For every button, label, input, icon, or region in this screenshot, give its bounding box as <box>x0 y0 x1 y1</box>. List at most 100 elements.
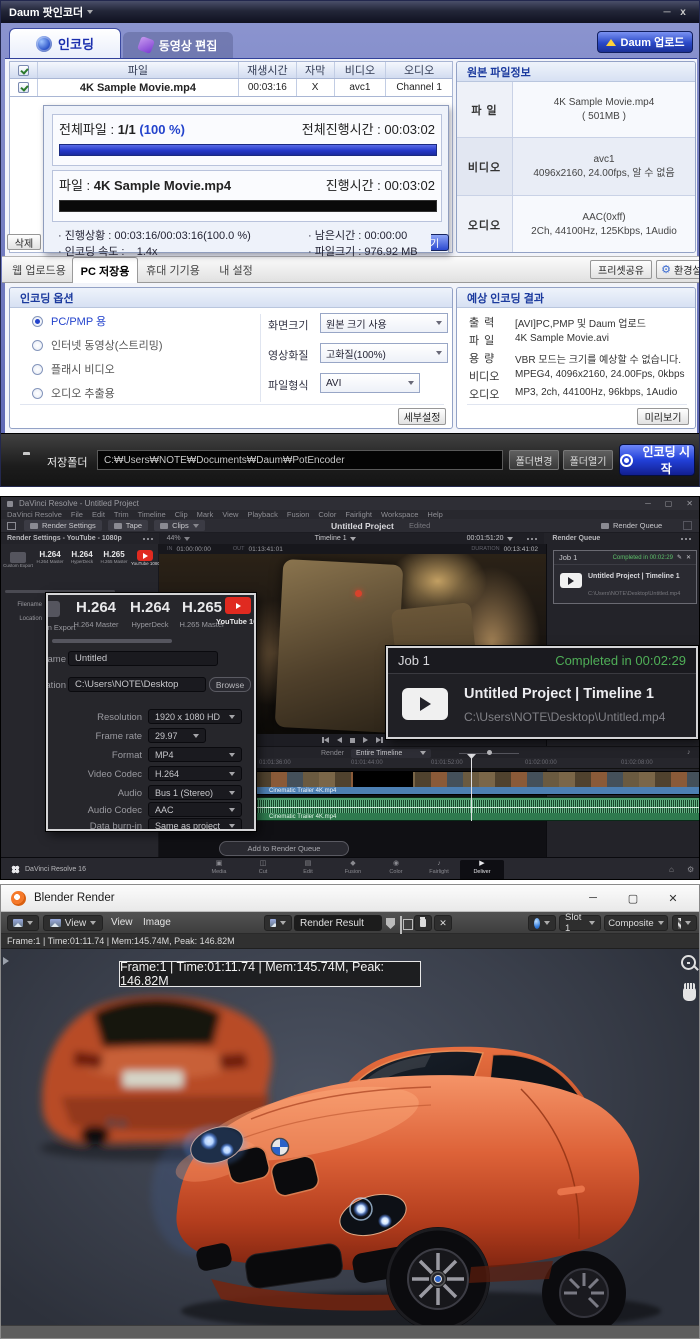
close-icon[interactable]: x <box>675 7 691 18</box>
menu-trim[interactable]: Trim <box>114 510 129 519</box>
tab-video-edit[interactable]: 동영상 편집 <box>123 32 233 58</box>
play-icon[interactable] <box>363 737 368 743</box>
menu-file[interactable]: File <box>71 510 83 519</box>
page-fairlight[interactable]: ♪Fairlight <box>417 860 461 875</box>
editor-type-select[interactable] <box>7 915 39 931</box>
start-encoding-button[interactable]: 인코딩 시작 <box>619 444 695 476</box>
page-color[interactable]: ◉Color <box>374 860 418 875</box>
maximize-icon[interactable]: ▢ <box>665 499 673 508</box>
options-menu-icon[interactable] <box>143 538 153 540</box>
menu-timeline[interactable]: Timeline <box>138 510 166 519</box>
minimize-icon[interactable]: ─ <box>659 7 675 18</box>
go-end-icon[interactable] <box>376 737 383 743</box>
preset-h265-master[interactable]: H.265 H.265 Master <box>99 550 129 564</box>
page-fusion[interactable]: ◆Fusion <box>331 860 375 875</box>
col-audio[interactable]: 오디오 <box>386 62 452 78</box>
format-select[interactable]: AVI <box>320 373 420 393</box>
close-icon[interactable]: ✕ <box>686 499 693 508</box>
menu-view[interactable]: View <box>111 917 133 928</box>
play-reverse-icon[interactable] <box>337 737 342 743</box>
page-edit[interactable]: ▤Edit <box>286 860 330 875</box>
fake-user-shield-icon[interactable] <box>386 918 395 929</box>
potencoder-titlebar[interactable]: Daum 팟인코더 ─ x <box>1 1 699 23</box>
close-icon[interactable]: ✕ <box>657 892 689 905</box>
scene-select[interactable] <box>528 915 556 931</box>
radio-icon[interactable] <box>32 316 43 327</box>
minimize-icon[interactable]: ─ <box>577 892 609 904</box>
resolve-titlebar[interactable]: DaVinci Resolve - Untitled Project ─ ▢ ✕ <box>1 497 699 510</box>
col-video[interactable]: 비디오 <box>335 62 387 78</box>
menu-playback[interactable]: Playback <box>247 510 277 519</box>
burnin-select[interactable]: Same as project <box>148 818 242 831</box>
options-menu-icon[interactable] <box>527 538 537 540</box>
close-dialog-button[interactable]: 닫기 <box>431 234 449 251</box>
stop-icon[interactable] <box>350 738 355 743</box>
preview-button[interactable]: 미리보기 <box>637 408 689 425</box>
pan-hand-icon[interactable] <box>683 987 696 1001</box>
menu-workspace[interactable]: Workspace <box>381 510 418 519</box>
panel-toggle-icon[interactable] <box>7 522 16 530</box>
menu-davinci[interactable]: DaVinci Resolve <box>7 510 62 519</box>
menu-view[interactable]: View <box>222 510 238 519</box>
menu-edit[interactable]: Edit <box>92 510 105 519</box>
audio-codec-select[interactable]: AAC <box>148 802 242 817</box>
row-checkbox[interactable] <box>18 82 29 93</box>
render-settings-toolbutton[interactable]: Render Settings <box>24 520 102 531</box>
menu-fusion[interactable]: Fusion <box>287 510 310 519</box>
radio-streaming[interactable]: 인터넷 동영상(스트리밍) <box>32 337 163 353</box>
audio-select[interactable]: Bus 1 (Stereo) <box>148 785 242 800</box>
home-icon[interactable]: ⌂ <box>669 865 674 874</box>
format-select[interactable]: MP4 <box>148 747 242 762</box>
remove-job-icon[interactable]: ✕ <box>686 554 691 561</box>
preset-youtube[interactable]: YouTube 1080p <box>131 550 159 566</box>
open-folder-button[interactable]: 폴더열기 <box>563 450 613 470</box>
playhead[interactable] <box>471 754 472 821</box>
zoom-tool-icon[interactable] <box>681 955 696 970</box>
minimize-icon[interactable]: ─ <box>645 499 651 508</box>
render-viewport[interactable]: Frame:1 | Time:01:11.74 | Mem:145.74M, P… <box>1 949 700 1325</box>
page-deliver[interactable]: ▶Deliver <box>460 860 504 880</box>
menu-image[interactable]: Image <box>143 917 171 928</box>
display-channels-select[interactable] <box>672 915 697 931</box>
menu-help[interactable]: Help <box>427 510 442 519</box>
zoom-slider-handle[interactable] <box>487 750 492 755</box>
timecode-display[interactable]: 00:01:51:20 <box>467 535 513 542</box>
tab-encoding[interactable]: 인코딩 <box>9 28 121 58</box>
render-queue-toolbutton[interactable]: Render Queue <box>601 521 662 530</box>
preset-youtube-zoom[interactable]: YouTube 1080p <box>216 597 256 626</box>
new-image-icon[interactable] <box>400 916 402 935</box>
table-row[interactable]: 4K Sample Movie.mp4 00:03:16 X avc1 Chan… <box>9 79 453 97</box>
preset-tab-web[interactable]: 웹 업로드용 <box>6 257 72 283</box>
gear-icon[interactable]: ⚙ <box>687 865 694 874</box>
video-codec-select[interactable]: H.264 <box>148 766 242 781</box>
open-image-button[interactable] <box>414 915 432 931</box>
change-folder-button[interactable]: 폴더변경 <box>509 450 559 470</box>
preset-h264-master[interactable]: H.264 H.264 Master <box>35 550 65 564</box>
settings-button[interactable]: ⚙ 환경설정 <box>656 260 700 279</box>
radio-flash[interactable]: 플래시 비디오 <box>32 361 115 377</box>
radio-icon[interactable] <box>32 388 43 399</box>
page-media[interactable]: ▣Media <box>197 860 241 875</box>
scrollbar[interactable] <box>52 639 172 643</box>
col-file[interactable]: 파일 <box>38 62 239 78</box>
filename-input[interactable]: Untitled <box>68 651 218 666</box>
menu-color[interactable]: Color <box>318 510 336 519</box>
preset-tab-pc[interactable]: PC 저장용 <box>72 257 138 283</box>
radio-icon[interactable] <box>32 364 43 375</box>
unlink-image-button[interactable]: ✕ <box>434 915 452 931</box>
preset-tab-custom[interactable]: 내 설정 <box>208 257 264 283</box>
close-dialog-button-clipped[interactable]: 닫기 <box>431 234 449 251</box>
select-all-checkbox[interactable] <box>18 65 29 76</box>
browse-button[interactable]: Browse <box>209 677 251 692</box>
go-start-icon[interactable] <box>322 737 329 743</box>
quality-select[interactable]: 고화질(100%) <box>320 343 448 363</box>
image-browse-button[interactable] <box>264 915 292 931</box>
preset-hyperdeck-zoom[interactable]: H.264 HyperDeck <box>124 599 176 629</box>
resolution-select[interactable]: 1920 x 1080 HD <box>148 709 242 724</box>
slot-select[interactable]: Slot 1 <box>559 915 601 931</box>
options-menu-icon[interactable] <box>681 538 691 540</box>
radio-icon[interactable] <box>32 340 43 351</box>
edit-job-icon[interactable]: ✎ <box>677 554 682 561</box>
tape-toolbutton[interactable]: Tape <box>108 520 148 531</box>
col-duration[interactable]: 재생시간 <box>239 62 297 78</box>
